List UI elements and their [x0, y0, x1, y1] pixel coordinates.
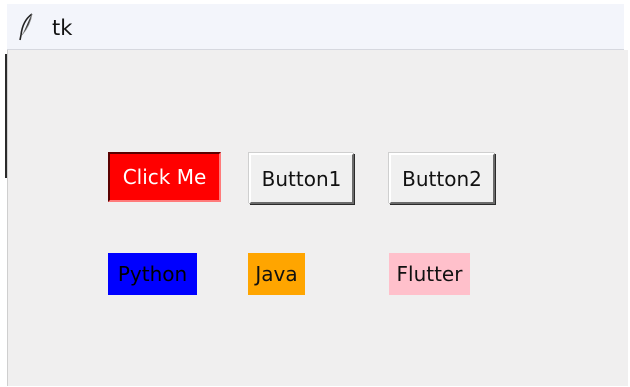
window-client-area: [7, 50, 628, 386]
click-me-button[interactable]: Click Me: [108, 152, 221, 202]
flutter-label: Flutter: [389, 253, 470, 295]
button1-button[interactable]: Button1: [249, 153, 354, 204]
button2-button[interactable]: Button2: [389, 153, 495, 204]
window-title: tk: [52, 16, 73, 40]
java-label: Java: [248, 253, 305, 295]
title-bar: tk: [7, 4, 624, 50]
tk-window: tk Click Me Button1 Button2 Python Java …: [0, 0, 630, 387]
feather-icon: [19, 13, 33, 41]
python-label: Python: [108, 253, 197, 295]
